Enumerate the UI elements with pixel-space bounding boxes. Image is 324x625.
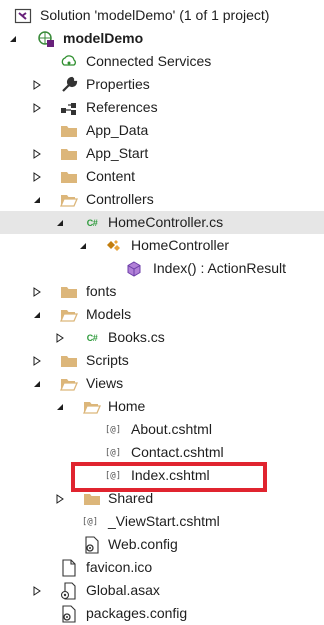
class-icon [105,237,123,255]
properties-label: Properties [86,76,150,92]
references-label: References [86,99,158,115]
folder-icon [60,283,78,301]
index-method-label: Index() : ActionResult [153,260,287,276]
viewstart-label: _ViewStart.cshtml [108,513,220,529]
collapsed-arrow-icon[interactable] [30,142,44,165]
tree-item-references[interactable]: References [0,96,324,119]
global-asax-icon [60,582,78,600]
controllers-label: Controllers [86,191,154,207]
tree-item-fonts[interactable]: fonts [0,280,324,303]
open-folder-icon [83,398,101,416]
expanded-arrow-icon[interactable] [6,27,20,50]
app-data-label: App_Data [86,122,149,138]
tree-item-models[interactable]: Models [0,303,324,326]
tree-item-global[interactable]: Global.asax [0,579,324,602]
models-label: Models [86,306,132,322]
favicon-label: favicon.ico [86,559,153,575]
tree-item-views[interactable]: Views [0,372,324,395]
tree-item-views-webconfig[interactable]: Web.config [0,533,324,556]
tree-item-home-controller-file[interactable]: C# HomeController.cs [0,211,324,234]
collapsed-arrow-icon[interactable] [30,73,44,96]
folder-icon [60,168,78,186]
open-folder-icon [60,191,78,209]
tree-item-controllers[interactable]: Controllers [0,188,324,211]
views-webconfig-label: Web.config [108,536,178,552]
tree-item-app-start[interactable]: App_Start [0,142,324,165]
tree-item-solution[interactable]: Solution 'modelDemo' (1 of 1 project) [0,4,324,27]
folder-icon [83,490,101,508]
home-folder-label: Home [108,398,146,414]
tree-item-scripts[interactable]: Scripts [0,349,324,372]
expanded-arrow-icon[interactable] [53,395,67,418]
csharp-file-icon: C# [83,329,101,347]
expanded-arrow-icon[interactable] [30,372,44,395]
collapsed-arrow-icon[interactable] [30,579,44,602]
razor-icon-text: [@] [104,425,122,435]
expanded-arrow-icon[interactable] [30,188,44,211]
razor-icon-text: [@] [104,448,122,458]
tree-item-properties[interactable]: Properties [0,73,324,96]
expanded-arrow-icon[interactable] [30,303,44,326]
tree-item-contact[interactable]: [@] Contact.cshtml [0,441,324,464]
config-file-icon [60,605,78,623]
expanded-arrow-icon[interactable] [76,234,90,257]
references-icon [60,99,78,117]
tree-item-packages[interactable]: packages.config [0,602,324,625]
collapsed-arrow-icon[interactable] [30,165,44,188]
wrench-icon [60,76,78,94]
tree-item-content[interactable]: Content [0,165,324,188]
tree-item-about[interactable]: [@] About.cshtml [0,418,324,441]
collapsed-arrow-icon[interactable] [53,326,67,349]
about-label: About.cshtml [131,421,212,437]
solution-icon [14,7,32,25]
razor-file-icon: [@] [104,421,122,439]
csharp-file-icon: C# [83,214,101,232]
tree-item-project[interactable]: modelDemo [0,27,324,50]
folder-icon [60,145,78,163]
home-controller-file-label: HomeController.cs [108,214,224,230]
open-folder-icon [60,375,78,393]
config-file-icon [83,536,101,554]
solution-label: Solution 'modelDemo' (1 of 1 project) [40,7,270,23]
tree-item-home-controller-class[interactable]: HomeController [0,234,324,257]
tree-item-connected-services[interactable]: Connected Services [0,50,324,73]
connected-services-label: Connected Services [86,53,212,69]
tree-item-index-method[interactable]: Index() : ActionResult [0,257,324,280]
tree-item-viewstart[interactable]: [@] _ViewStart.cshtml [0,510,324,533]
packages-label: packages.config [86,605,188,621]
collapsed-arrow-icon[interactable] [30,280,44,303]
web-project-icon [37,30,55,48]
collapsed-arrow-icon[interactable] [30,349,44,372]
scripts-label: Scripts [86,352,129,368]
tree-item-favicon[interactable]: favicon.ico [0,556,324,579]
views-label: Views [86,375,124,391]
collapsed-arrow-icon[interactable] [30,96,44,119]
method-icon [125,260,143,278]
tree-item-app-data[interactable]: App_Data [0,119,324,142]
books-label: Books.cs [108,329,165,345]
folder-icon [60,352,78,370]
highlight-annotation [71,462,267,492]
project-label: modelDemo [63,30,144,46]
expanded-arrow-icon[interactable] [53,211,67,234]
contact-label: Contact.cshtml [131,444,224,460]
app-start-label: App_Start [86,145,149,161]
csharp-icon-text: C# [86,333,98,343]
open-folder-icon [60,306,78,324]
folder-icon [60,122,78,140]
fonts-label: fonts [86,283,117,299]
razor-file-icon: [@] [81,513,99,531]
razor-icon-text: [@] [81,517,99,527]
csharp-icon-text: C# [86,218,98,228]
global-label: Global.asax [86,582,160,598]
file-icon [60,559,78,577]
razor-file-icon: [@] [104,444,122,462]
tree-item-books[interactable]: C# Books.cs [0,326,324,349]
connected-services-icon [60,53,78,71]
home-controller-class-label: HomeController [131,237,230,253]
tree-item-home-folder[interactable]: Home [0,395,324,418]
collapsed-arrow-icon[interactable] [53,487,67,510]
content-label: Content [86,168,136,184]
